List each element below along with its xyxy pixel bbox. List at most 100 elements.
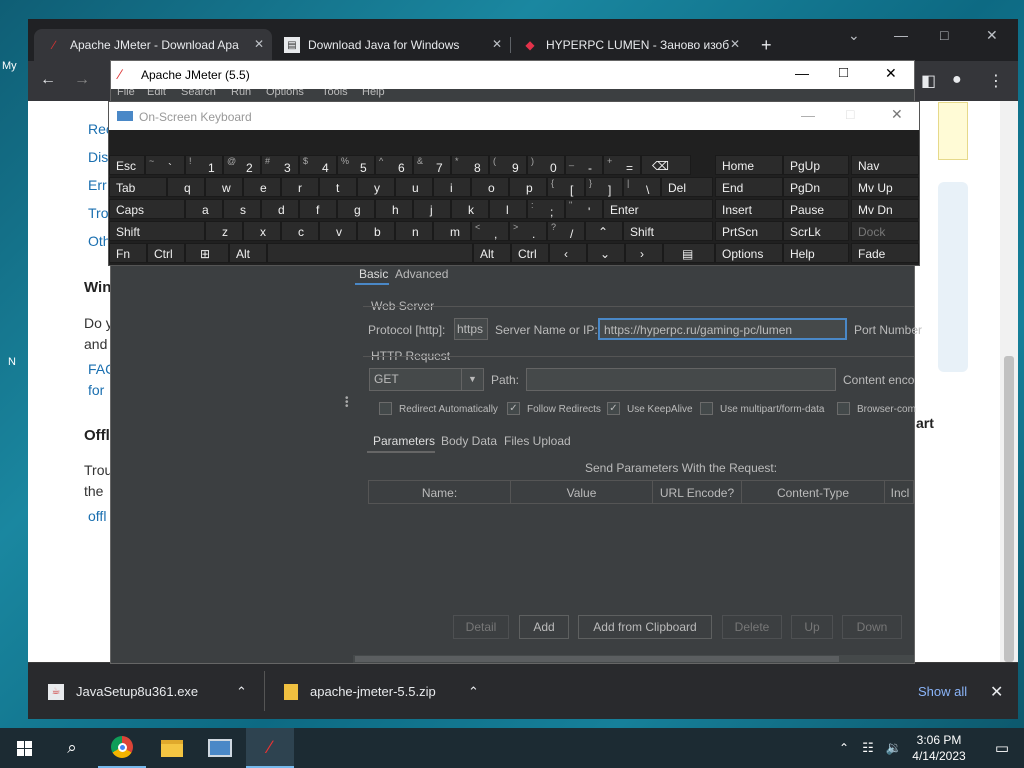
osk-key[interactable]: _ - [565, 155, 603, 175]
osk-nav-key[interactable]: Insert [715, 199, 783, 219]
osk-arrow-right-key[interactable]: › [625, 243, 663, 263]
horizontal-scrollbar[interactable] [353, 655, 914, 663]
osk-nav-key[interactable]: Options [715, 243, 783, 263]
osk-key[interactable]: Tab [109, 177, 167, 197]
osk-key[interactable]: d [261, 199, 299, 219]
forward-arrow-icon[interactable]: → [74, 71, 90, 89]
volume-icon[interactable]: 🔉 [882, 728, 906, 768]
new-tab-button[interactable]: + [761, 35, 772, 56]
tab-advanced[interactable]: Advanced [395, 267, 448, 281]
tab-java[interactable]: ▤ Download Java for Windows ✕ [272, 29, 510, 61]
menu-file[interactable]: File [117, 89, 135, 98]
column-header[interactable]: Value [511, 481, 653, 505]
osk-key[interactable]: Ctrl [511, 243, 549, 263]
tab-jmeter[interactable]: ∕ Apache JMeter - Download Apa ✕ [34, 29, 272, 61]
osk-key[interactable]: ^ 6 [375, 155, 413, 175]
back-arrow-icon[interactable]: ← [40, 71, 56, 89]
osk-spacebar-key[interactable] [267, 243, 473, 263]
osk-key[interactable]: s [223, 199, 261, 219]
down-button[interactable]: Down [842, 615, 902, 639]
chevron-down-icon[interactable]: ⌄ [848, 27, 860, 44]
osk-key[interactable]: Caps [109, 199, 185, 219]
osk-key[interactable]: & 7 [413, 155, 451, 175]
osk-key[interactable]: Ctrl [147, 243, 185, 263]
notifications-icon[interactable]: ▭ [978, 728, 1024, 768]
detail-button[interactable]: Detail [453, 615, 509, 639]
osk-key[interactable]: * 8 [451, 155, 489, 175]
osk-key[interactable]: f [299, 199, 337, 219]
osk-key[interactable]: u [395, 177, 433, 197]
close-window-button[interactable]: ✕ [986, 27, 998, 44]
follow-redirects-checkbox[interactable]: ✓ [507, 402, 520, 415]
osk-key[interactable]: $4 [299, 155, 337, 175]
osk-nav-key[interactable]: Mv Up [851, 177, 919, 197]
osk-nav-key[interactable]: Fade [851, 243, 919, 263]
osk-key[interactable]: @2 [223, 155, 261, 175]
chevron-down-icon[interactable]: ▼ [461, 369, 483, 390]
osk-key[interactable]: Esc [109, 155, 145, 175]
osk-nav-key[interactable]: Help [783, 243, 849, 263]
osk-nav-key[interactable]: PgDn [783, 177, 849, 197]
menu-edit[interactable]: Edit [147, 89, 166, 98]
multipart-checkbox[interactable] [700, 402, 713, 415]
chevron-up-icon[interactable]: ⌃ [832, 728, 856, 768]
osk-nav-key[interactable]: Home [715, 155, 783, 175]
more-menu-icon[interactable]: ⋮ [988, 71, 1004, 91]
subtab-files-upload[interactable]: Files Upload [504, 434, 571, 448]
osk-key[interactable]: % 5 [337, 155, 375, 175]
close-icon[interactable]: ✕ [254, 37, 264, 51]
parameters-table-body[interactable] [368, 504, 914, 604]
osk-key[interactable]: i [433, 177, 471, 197]
osk-key[interactable]: ? / [547, 221, 585, 241]
close-icon[interactable]: ✕ [730, 37, 740, 51]
osk-key[interactable]: Shift [623, 221, 713, 241]
osk-key[interactable]: Alt [229, 243, 267, 263]
file-explorer-icon[interactable] [148, 728, 196, 768]
osk-key[interactable]: >. [509, 221, 547, 241]
osk-key[interactable]: }] [585, 177, 623, 197]
osk-nav-key[interactable]: PgUp [783, 155, 849, 175]
menu-search[interactable]: Search [181, 89, 216, 98]
minimize-button[interactable]: — [801, 107, 815, 123]
column-header[interactable]: Content-Type [742, 481, 885, 505]
column-header[interactable]: Name: [369, 481, 511, 505]
osk-key[interactable]: :; [527, 199, 565, 219]
windows-start-button[interactable] [0, 728, 48, 768]
add-button[interactable]: Add [519, 615, 569, 639]
osk-key[interactable]: a [185, 199, 223, 219]
maximize-button[interactable]: □ [940, 27, 948, 43]
subtab-body-data[interactable]: Body Data [441, 434, 497, 448]
osk-key[interactable]: + = [603, 155, 641, 175]
download-item[interactable]: ☕ JavaSetup8u361.exe ⌃ [48, 663, 258, 720]
minimize-button[interactable]: — [894, 27, 908, 43]
osk-key[interactable]: o [471, 177, 509, 197]
close-icon[interactable]: ✕ [492, 37, 502, 51]
page-link[interactable]: Dis [88, 149, 108, 165]
maximize-button[interactable]: □ [839, 64, 848, 81]
tab-basic[interactable]: Basic [359, 267, 388, 281]
browser-compat-checkbox[interactable] [837, 402, 850, 415]
osk-key[interactable]: Shift [109, 221, 205, 241]
osk-key[interactable]: e [243, 177, 281, 197]
osk-key[interactable]: Alt [473, 243, 511, 263]
osk-backspace-key[interactable]: ⌫ [641, 155, 691, 175]
add-from-clipboard-button[interactable]: Add from Clipboard [578, 615, 712, 639]
osk-arrow-down-key[interactable]: ⌄ [587, 243, 625, 263]
jmeter-taskbar-icon[interactable]: ∕ [246, 728, 294, 768]
menu-help[interactable]: Help [362, 89, 385, 98]
osk-key[interactable]: #3 [261, 155, 299, 175]
download-item[interactable]: apache-jmeter-5.5.zip ⌃ [284, 663, 494, 720]
subtab-parameters[interactable]: Parameters [373, 434, 435, 448]
close-window-button[interactable]: ✕ [891, 106, 903, 123]
osk-key[interactable]: y [357, 177, 395, 197]
chrome-icon[interactable] [98, 728, 146, 768]
osk-key[interactable]: l [489, 199, 527, 219]
osk-key[interactable]: Fn [109, 243, 147, 263]
osk-menu-key[interactable]: ▤ [663, 243, 715, 263]
method-select[interactable]: GET ▼ [369, 368, 484, 391]
remote-desktop-icon[interactable] [196, 728, 244, 768]
server-input[interactable]: https://hyperpc.ru/gaming-pc/lumen [598, 318, 847, 340]
osk-key[interactable]: ) 0 [527, 155, 565, 175]
show-all-button[interactable]: Show all [918, 663, 967, 720]
delete-button[interactable]: Delete [722, 615, 782, 639]
